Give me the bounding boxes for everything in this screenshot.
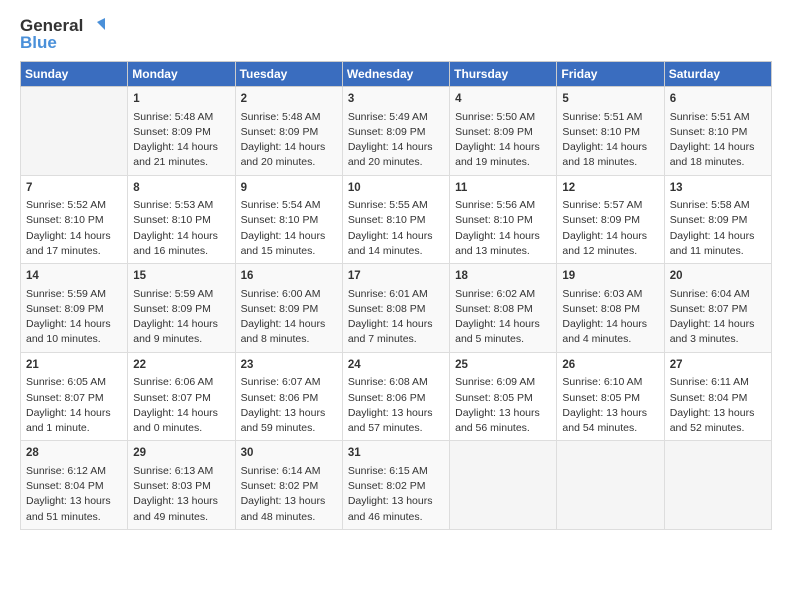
calendar-cell: 21Sunrise: 6:05 AMSunset: 8:07 PMDayligh… — [21, 352, 128, 441]
header-day-thursday: Thursday — [450, 62, 557, 87]
logo: General Blue — [20, 16, 105, 53]
calendar-cell — [664, 441, 771, 530]
logo-bird-icon — [85, 18, 105, 34]
calendar-cell: 23Sunrise: 6:07 AMSunset: 8:06 PMDayligh… — [235, 352, 342, 441]
day-number: 23 — [241, 357, 337, 374]
calendar-week-row: 7Sunrise: 5:52 AMSunset: 8:10 PMDaylight… — [21, 175, 772, 264]
calendar-week-row: 1Sunrise: 5:48 AMSunset: 8:09 PMDaylight… — [21, 87, 772, 176]
day-number: 17 — [348, 268, 444, 285]
calendar-cell: 28Sunrise: 6:12 AMSunset: 8:04 PMDayligh… — [21, 441, 128, 530]
header-day-sunday: Sunday — [21, 62, 128, 87]
header-day-tuesday: Tuesday — [235, 62, 342, 87]
day-number: 2 — [241, 91, 337, 108]
calendar-cell: 1Sunrise: 5:48 AMSunset: 8:09 PMDaylight… — [128, 87, 235, 176]
calendar-cell: 27Sunrise: 6:11 AMSunset: 8:04 PMDayligh… — [664, 352, 771, 441]
day-number: 14 — [26, 268, 122, 285]
day-number: 12 — [562, 180, 658, 197]
calendar-week-row: 28Sunrise: 6:12 AMSunset: 8:04 PMDayligh… — [21, 441, 772, 530]
calendar-cell: 24Sunrise: 6:08 AMSunset: 8:06 PMDayligh… — [342, 352, 449, 441]
header: General Blue — [20, 16, 772, 53]
calendar-week-row: 21Sunrise: 6:05 AMSunset: 8:07 PMDayligh… — [21, 352, 772, 441]
day-number: 25 — [455, 357, 551, 374]
calendar-cell: 30Sunrise: 6:14 AMSunset: 8:02 PMDayligh… — [235, 441, 342, 530]
logo-blue: Blue — [20, 33, 105, 53]
calendar-cell: 22Sunrise: 6:06 AMSunset: 8:07 PMDayligh… — [128, 352, 235, 441]
calendar-header-row: SundayMondayTuesdayWednesdayThursdayFrid… — [21, 62, 772, 87]
day-number: 9 — [241, 180, 337, 197]
day-number: 5 — [562, 91, 658, 108]
calendar-cell: 18Sunrise: 6:02 AMSunset: 8:08 PMDayligh… — [450, 264, 557, 353]
calendar-cell: 7Sunrise: 5:52 AMSunset: 8:10 PMDaylight… — [21, 175, 128, 264]
day-number: 13 — [670, 180, 766, 197]
day-number: 1 — [133, 91, 229, 108]
calendar-cell: 25Sunrise: 6:09 AMSunset: 8:05 PMDayligh… — [450, 352, 557, 441]
header-day-wednesday: Wednesday — [342, 62, 449, 87]
calendar-cell: 6Sunrise: 5:51 AMSunset: 8:10 PMDaylight… — [664, 87, 771, 176]
calendar-cell: 26Sunrise: 6:10 AMSunset: 8:05 PMDayligh… — [557, 352, 664, 441]
calendar-cell: 2Sunrise: 5:48 AMSunset: 8:09 PMDaylight… — [235, 87, 342, 176]
day-number: 3 — [348, 91, 444, 108]
calendar-cell: 15Sunrise: 5:59 AMSunset: 8:09 PMDayligh… — [128, 264, 235, 353]
logo-container: General Blue — [20, 16, 105, 53]
calendar-cell: 5Sunrise: 5:51 AMSunset: 8:10 PMDaylight… — [557, 87, 664, 176]
calendar-cell: 4Sunrise: 5:50 AMSunset: 8:09 PMDaylight… — [450, 87, 557, 176]
calendar-cell: 29Sunrise: 6:13 AMSunset: 8:03 PMDayligh… — [128, 441, 235, 530]
day-number: 18 — [455, 268, 551, 285]
day-number: 19 — [562, 268, 658, 285]
calendar-cell: 3Sunrise: 5:49 AMSunset: 8:09 PMDaylight… — [342, 87, 449, 176]
day-number: 22 — [133, 357, 229, 374]
calendar-cell: 10Sunrise: 5:55 AMSunset: 8:10 PMDayligh… — [342, 175, 449, 264]
day-number: 27 — [670, 357, 766, 374]
calendar-cell: 8Sunrise: 5:53 AMSunset: 8:10 PMDaylight… — [128, 175, 235, 264]
day-number: 31 — [348, 445, 444, 462]
day-number: 11 — [455, 180, 551, 197]
calendar-cell: 17Sunrise: 6:01 AMSunset: 8:08 PMDayligh… — [342, 264, 449, 353]
calendar-cell: 14Sunrise: 5:59 AMSunset: 8:09 PMDayligh… — [21, 264, 128, 353]
calendar-cell: 13Sunrise: 5:58 AMSunset: 8:09 PMDayligh… — [664, 175, 771, 264]
day-number: 4 — [455, 91, 551, 108]
day-number: 10 — [348, 180, 444, 197]
day-number: 8 — [133, 180, 229, 197]
day-number: 29 — [133, 445, 229, 462]
calendar-cell: 19Sunrise: 6:03 AMSunset: 8:08 PMDayligh… — [557, 264, 664, 353]
calendar-cell: 9Sunrise: 5:54 AMSunset: 8:10 PMDaylight… — [235, 175, 342, 264]
header-day-monday: Monday — [128, 62, 235, 87]
day-number: 24 — [348, 357, 444, 374]
day-number: 30 — [241, 445, 337, 462]
calendar-cell: 11Sunrise: 5:56 AMSunset: 8:10 PMDayligh… — [450, 175, 557, 264]
day-number: 28 — [26, 445, 122, 462]
calendar-cell: 20Sunrise: 6:04 AMSunset: 8:07 PMDayligh… — [664, 264, 771, 353]
calendar-cell: 12Sunrise: 5:57 AMSunset: 8:09 PMDayligh… — [557, 175, 664, 264]
header-day-friday: Friday — [557, 62, 664, 87]
page: General Blue SundayMondayTuesdayWednesda… — [0, 0, 792, 612]
calendar-cell — [450, 441, 557, 530]
calendar-cell — [557, 441, 664, 530]
calendar-cell: 31Sunrise: 6:15 AMSunset: 8:02 PMDayligh… — [342, 441, 449, 530]
day-number: 21 — [26, 357, 122, 374]
calendar-cell — [21, 87, 128, 176]
day-number: 7 — [26, 180, 122, 197]
calendar-week-row: 14Sunrise: 5:59 AMSunset: 8:09 PMDayligh… — [21, 264, 772, 353]
day-number: 15 — [133, 268, 229, 285]
day-number: 26 — [562, 357, 658, 374]
day-number: 6 — [670, 91, 766, 108]
header-day-saturday: Saturday — [664, 62, 771, 87]
day-number: 20 — [670, 268, 766, 285]
day-number: 16 — [241, 268, 337, 285]
calendar-table: SundayMondayTuesdayWednesdayThursdayFrid… — [20, 61, 772, 530]
calendar-cell: 16Sunrise: 6:00 AMSunset: 8:09 PMDayligh… — [235, 264, 342, 353]
